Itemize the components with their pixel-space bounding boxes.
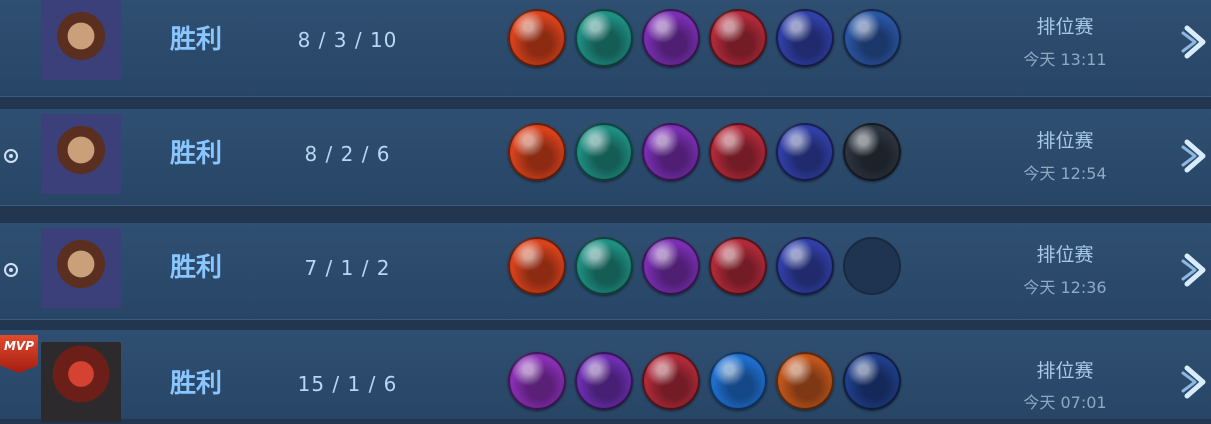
chevron-right-icon[interactable]	[1181, 364, 1211, 400]
item-slot-1	[508, 9, 566, 67]
item-slot-4	[709, 237, 767, 295]
match-result: 胜利	[170, 139, 223, 169]
item-slot-2	[575, 9, 633, 67]
item-slot-1	[508, 237, 566, 295]
match-time: 今天 12:36	[1023, 278, 1107, 297]
hero-avatar	[41, 342, 121, 422]
kda-stats: 15 / 1 / 6	[297, 372, 398, 396]
match-history-list: 胜利 8 / 3 / 10 排位赛 今天 13:11 胜利 8 / 2 / 6	[0, 0, 1211, 422]
item-slot-3	[642, 9, 700, 67]
mvp-badge: MVP	[0, 335, 38, 373]
game-mode: 排位赛	[1036, 244, 1094, 266]
item-slot-5	[776, 352, 834, 410]
item-slot-6-empty	[843, 237, 901, 295]
match-time: 今天 07:01	[1023, 393, 1107, 412]
match-row[interactable]: 胜利 7 / 1 / 2 排位赛 今天 12:36	[0, 223, 1211, 320]
game-mode: 排位赛	[1036, 360, 1094, 382]
game-mode: 排位赛	[1036, 130, 1094, 152]
item-slot-5	[776, 9, 834, 67]
item-slot-2	[575, 123, 633, 181]
match-row[interactable]: 胜利 8 / 2 / 6 排位赛 今天 12:54	[0, 109, 1211, 206]
match-result: 胜利	[170, 369, 223, 399]
item-slot-5	[776, 237, 834, 295]
item-slot-6	[843, 123, 901, 181]
match-result: 胜利	[170, 25, 223, 55]
item-slot-2	[575, 237, 633, 295]
hero-avatar	[41, 114, 121, 194]
item-slot-4	[709, 9, 767, 67]
item-slot-4	[709, 352, 767, 410]
match-time: 今天 12:54	[1023, 164, 1107, 183]
item-slot-3	[642, 237, 700, 295]
chevron-right-icon[interactable]	[1181, 24, 1211, 60]
item-slot-6	[843, 352, 901, 410]
item-slot-1	[508, 352, 566, 410]
match-row[interactable]: 胜利 8 / 3 / 10 排位赛 今天 13:11	[0, 0, 1211, 97]
chevron-right-icon[interactable]	[1181, 138, 1211, 174]
mode-icon	[4, 263, 18, 277]
match-result: 胜利	[170, 253, 223, 283]
match-time: 今天 13:11	[1023, 50, 1107, 69]
item-slot-4	[709, 123, 767, 181]
item-slot-6	[843, 9, 901, 67]
item-slot-2	[575, 352, 633, 410]
hero-avatar	[41, 0, 121, 80]
item-slot-3	[642, 123, 700, 181]
item-slot-1	[508, 123, 566, 181]
kda-stats: 7 / 1 / 2	[304, 256, 391, 280]
kda-stats: 8 / 3 / 10	[297, 28, 398, 52]
chevron-right-icon[interactable]	[1181, 252, 1211, 288]
item-slot-3	[642, 352, 700, 410]
kda-stats: 8 / 2 / 6	[304, 142, 391, 166]
hero-avatar	[41, 228, 121, 308]
game-mode: 排位赛	[1036, 16, 1094, 38]
mode-icon	[4, 149, 18, 163]
match-row[interactable]: MVP 胜利 15 / 1 / 6 排位赛 今天 07:01	[0, 330, 1211, 422]
item-slot-5	[776, 123, 834, 181]
